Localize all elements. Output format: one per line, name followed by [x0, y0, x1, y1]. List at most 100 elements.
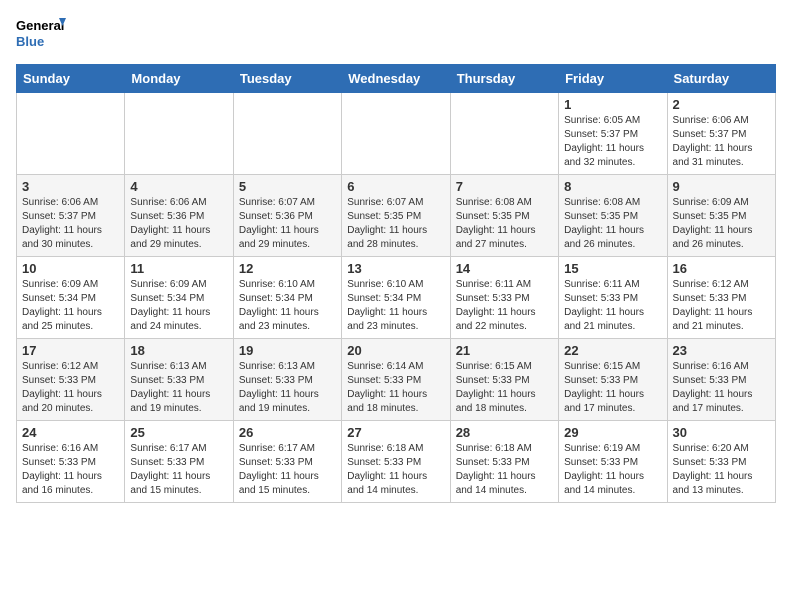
calendar-day-cell: 23 Sunrise: 6:16 AM Sunset: 5:33 PM Dayli… [667, 339, 775, 421]
day-info: Sunrise: 6:05 AM Sunset: 5:37 PM Dayligh… [564, 114, 661, 170]
calendar-day-cell [450, 93, 558, 175]
calendar-day-cell: 3 Sunrise: 6:06 AM Sunset: 5:37 PM Daylig… [17, 175, 125, 257]
calendar-day-cell: 20Sunrise: 6:14 AM Sunset: 5:33 PM Dayli… [342, 339, 450, 421]
calendar-day-cell: 29 Sunrise: 6:19 AM Sunset: 5:33 PM Dayli… [559, 421, 667, 503]
day-number: 5 [239, 179, 336, 194]
calendar-day-cell: 15Sunrise: 6:11 AM Sunset: 5:33 PM Dayli… [559, 257, 667, 339]
weekday-header-cell: Sunday [17, 65, 125, 93]
day-info: Sunrise: 6:08 AM Sunset: 5:35 PM Dayligh… [456, 196, 553, 252]
calendar-day-cell: 16 Sunrise: 6:12 AM Sunset: 5:33 PM Dayli… [667, 257, 775, 339]
calendar-day-cell: 10Sunrise: 6:09 AM Sunset: 5:34 PM Dayli… [17, 257, 125, 339]
weekday-header-row: SundayMondayTuesdayWednesdayThursdayFrid… [17, 65, 776, 93]
calendar-day-cell: 12 Sunrise: 6:10 AM Sunset: 5:34 PM Dayli… [233, 257, 341, 339]
calendar-day-cell: 14 Sunrise: 6:11 AM Sunset: 5:33 PM Dayli… [450, 257, 558, 339]
page: General Blue SundayMondayTuesdayWednesda… [0, 0, 792, 519]
day-info: Sunrise: 6:17 AM Sunset: 5:33 PM Dayligh… [130, 442, 227, 498]
day-number: 30 [673, 425, 770, 440]
day-number: 1 [564, 97, 661, 112]
calendar-week-row: 3 Sunrise: 6:06 AM Sunset: 5:37 PM Daylig… [17, 175, 776, 257]
calendar-day-cell: 17Sunrise: 6:12 AM Sunset: 5:33 PM Dayli… [17, 339, 125, 421]
day-info: Sunrise: 6:12 AM Sunset: 5:33 PM Dayligh… [673, 278, 770, 334]
weekday-header-cell: Tuesday [233, 65, 341, 93]
day-info: Sunrise: 6:11 AM Sunset: 5:33 PM Dayligh… [456, 278, 553, 334]
calendar-body: 1 Sunrise: 6:05 AM Sunset: 5:37 PM Daylig… [17, 93, 776, 503]
day-info: Sunrise: 6:07 AM Sunset: 5:36 PM Dayligh… [239, 196, 336, 252]
calendar-day-cell: 13 Sunrise: 6:10 AM Sunset: 5:34 PM Dayli… [342, 257, 450, 339]
day-number: 18 [130, 343, 227, 358]
day-number: 13 [347, 261, 444, 276]
day-number: 29 [564, 425, 661, 440]
calendar-day-cell [233, 93, 341, 175]
day-number: 23 [673, 343, 770, 358]
calendar-day-cell: 22 Sunrise: 6:15 AM Sunset: 5:33 PM Dayli… [559, 339, 667, 421]
day-info: Sunrise: 6:10 AM Sunset: 5:34 PM Dayligh… [239, 278, 336, 334]
calendar-day-cell: 11 Sunrise: 6:09 AM Sunset: 5:34 PM Dayli… [125, 257, 233, 339]
calendar-day-cell: 21Sunrise: 6:15 AM Sunset: 5:33 PM Dayli… [450, 339, 558, 421]
calendar-day-cell [125, 93, 233, 175]
day-number: 7 [456, 179, 553, 194]
calendar-week-row: 1 Sunrise: 6:05 AM Sunset: 5:37 PM Daylig… [17, 93, 776, 175]
calendar-day-cell: 28 Sunrise: 6:18 AM Sunset: 5:33 PM Dayli… [450, 421, 558, 503]
day-number: 14 [456, 261, 553, 276]
calendar-week-row: 10Sunrise: 6:09 AM Sunset: 5:34 PM Dayli… [17, 257, 776, 339]
weekday-header-cell: Friday [559, 65, 667, 93]
day-info: Sunrise: 6:16 AM Sunset: 5:33 PM Dayligh… [22, 442, 119, 498]
day-number: 11 [130, 261, 227, 276]
calendar: SundayMondayTuesdayWednesdayThursdayFrid… [16, 64, 776, 503]
calendar-day-cell: 25 Sunrise: 6:17 AM Sunset: 5:33 PM Dayli… [125, 421, 233, 503]
day-number: 19 [239, 343, 336, 358]
weekday-header-cell: Wednesday [342, 65, 450, 93]
calendar-day-cell: 24 Sunrise: 6:16 AM Sunset: 5:33 PM Dayli… [17, 421, 125, 503]
day-info: Sunrise: 6:09 AM Sunset: 5:35 PM Dayligh… [673, 196, 770, 252]
day-number: 25 [130, 425, 227, 440]
day-info: Sunrise: 6:12 AM Sunset: 5:33 PM Dayligh… [22, 360, 119, 416]
svg-text:Blue: Blue [16, 34, 44, 49]
day-number: 16 [673, 261, 770, 276]
day-number: 12 [239, 261, 336, 276]
day-number: 2 [673, 97, 770, 112]
calendar-day-cell: 8Sunrise: 6:08 AM Sunset: 5:35 PM Daylig… [559, 175, 667, 257]
day-number: 4 [130, 179, 227, 194]
calendar-week-row: 17Sunrise: 6:12 AM Sunset: 5:33 PM Dayli… [17, 339, 776, 421]
day-number: 22 [564, 343, 661, 358]
calendar-day-cell: 5 Sunrise: 6:07 AM Sunset: 5:36 PM Daylig… [233, 175, 341, 257]
day-info: Sunrise: 6:08 AM Sunset: 5:35 PM Dayligh… [564, 196, 661, 252]
calendar-day-cell: 26Sunrise: 6:17 AM Sunset: 5:33 PM Dayli… [233, 421, 341, 503]
day-info: Sunrise: 6:10 AM Sunset: 5:34 PM Dayligh… [347, 278, 444, 334]
day-info: Sunrise: 6:20 AM Sunset: 5:33 PM Dayligh… [673, 442, 770, 498]
calendar-day-cell: 1 Sunrise: 6:05 AM Sunset: 5:37 PM Daylig… [559, 93, 667, 175]
day-info: Sunrise: 6:19 AM Sunset: 5:33 PM Dayligh… [564, 442, 661, 498]
day-info: Sunrise: 6:15 AM Sunset: 5:33 PM Dayligh… [564, 360, 661, 416]
calendar-day-cell [342, 93, 450, 175]
day-info: Sunrise: 6:18 AM Sunset: 5:33 PM Dayligh… [456, 442, 553, 498]
day-number: 6 [347, 179, 444, 194]
day-info: Sunrise: 6:13 AM Sunset: 5:33 PM Dayligh… [130, 360, 227, 416]
day-info: Sunrise: 6:17 AM Sunset: 5:33 PM Dayligh… [239, 442, 336, 498]
day-number: 3 [22, 179, 119, 194]
header: General Blue [16, 16, 776, 54]
calendar-day-cell: 4Sunrise: 6:06 AM Sunset: 5:36 PM Daylig… [125, 175, 233, 257]
calendar-day-cell: 18 Sunrise: 6:13 AM Sunset: 5:33 PM Dayli… [125, 339, 233, 421]
day-info: Sunrise: 6:13 AM Sunset: 5:33 PM Dayligh… [239, 360, 336, 416]
calendar-day-cell [17, 93, 125, 175]
day-info: Sunrise: 6:16 AM Sunset: 5:33 PM Dayligh… [673, 360, 770, 416]
day-number: 28 [456, 425, 553, 440]
logo-svg: General Blue [16, 16, 66, 54]
day-number: 9 [673, 179, 770, 194]
day-info: Sunrise: 6:15 AM Sunset: 5:33 PM Dayligh… [456, 360, 553, 416]
day-number: 24 [22, 425, 119, 440]
day-info: Sunrise: 6:18 AM Sunset: 5:33 PM Dayligh… [347, 442, 444, 498]
day-info: Sunrise: 6:07 AM Sunset: 5:35 PM Dayligh… [347, 196, 444, 252]
calendar-day-cell: 30 Sunrise: 6:20 AM Sunset: 5:33 PM Dayli… [667, 421, 775, 503]
calendar-day-cell: 6 Sunrise: 6:07 AM Sunset: 5:35 PM Daylig… [342, 175, 450, 257]
logo: General Blue [16, 16, 66, 54]
day-info: Sunrise: 6:09 AM Sunset: 5:34 PM Dayligh… [130, 278, 227, 334]
calendar-day-cell: 27 Sunrise: 6:18 AM Sunset: 5:33 PM Dayli… [342, 421, 450, 503]
day-number: 27 [347, 425, 444, 440]
day-number: 15 [564, 261, 661, 276]
weekday-header-cell: Monday [125, 65, 233, 93]
day-info: Sunrise: 6:14 AM Sunset: 5:33 PM Dayligh… [347, 360, 444, 416]
weekday-header-cell: Saturday [667, 65, 775, 93]
day-info: Sunrise: 6:06 AM Sunset: 5:37 PM Dayligh… [22, 196, 119, 252]
calendar-week-row: 24 Sunrise: 6:16 AM Sunset: 5:33 PM Dayli… [17, 421, 776, 503]
